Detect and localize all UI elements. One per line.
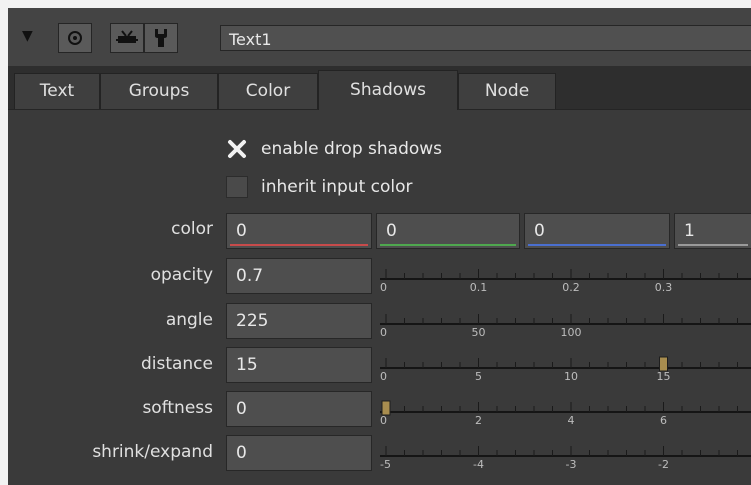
checkmark-x-icon <box>228 140 246 158</box>
slider-tick-label: 4 <box>568 414 575 427</box>
distance-slider[interactable]: 0510152 <box>376 347 751 383</box>
softness-label: softness <box>142 398 213 418</box>
slider-tick-label: 10 <box>564 370 578 383</box>
blue-channel-underline <box>528 244 666 246</box>
angle-slider[interactable]: 0 50 100 <box>376 303 751 339</box>
slider-tick-label: 100 <box>561 326 582 339</box>
slider-tick-label: 0 <box>380 414 387 427</box>
enable-drop-shadows-label: enable drop shadows <box>261 139 443 159</box>
angle-ruler: 0 50 100 <box>380 314 751 339</box>
node-properties-panel: ▼ Text1 Text Groups Color Shadows Node e… <box>8 8 751 485</box>
slider-tick-label: 0.1 <box>470 281 488 294</box>
tab-bar: Text Groups Color Shadows Node <box>8 66 751 110</box>
slider-tick-label: 5 <box>475 370 482 383</box>
slider-tick-label: 15 <box>657 370 671 383</box>
slider-tick-label: 0.2 <box>562 281 580 294</box>
tab-shadows[interactable]: Shadows <box>318 70 458 110</box>
shrink-expand-label: shrink/expand <box>92 442 213 462</box>
slider-handle <box>381 400 391 416</box>
slider-tick-label: 0.3 <box>655 281 673 294</box>
slider-handle <box>659 356 668 372</box>
color-alpha-value: 1 <box>684 221 695 241</box>
slider-tick-label: -3 <box>566 458 577 471</box>
node-name-field[interactable]: Text1 <box>220 25 751 51</box>
color-green-value: 0 <box>386 221 397 241</box>
softness-field[interactable]: 0 <box>226 391 372 427</box>
distance-ruler: 0510152 <box>380 356 751 383</box>
slider-tick-label: 0 <box>380 281 387 294</box>
color-blue-field[interactable]: 0 <box>524 213 670 249</box>
softness-ruler: 02468 <box>380 400 751 427</box>
slider-tick-label: -4 <box>473 458 484 471</box>
color-blue-value: 0 <box>534 221 545 241</box>
red-channel-underline <box>230 244 368 246</box>
angle-label: angle <box>165 310 213 330</box>
color-green-field[interactable]: 0 <box>376 213 520 249</box>
slider-tick-label: -5 <box>380 458 391 471</box>
wrench-icon[interactable] <box>144 23 178 53</box>
tab-text[interactable]: Text <box>14 73 100 109</box>
slider-tick-label: 0 <box>380 326 387 339</box>
tab-groups[interactable]: Groups <box>100 73 218 109</box>
tab-node[interactable]: Node <box>458 73 556 109</box>
color-alpha-field[interactable]: 1 <box>674 213 751 249</box>
slider-tick-label: 50 <box>472 326 486 339</box>
distance-field[interactable]: 15 <box>226 347 372 383</box>
inherit-input-color-checkbox[interactable] <box>226 176 248 198</box>
shadows-tab-content: enable drop shadows inherit input color … <box>8 109 751 485</box>
shrink-expand-field[interactable]: 0 <box>226 435 372 471</box>
color-label: color <box>171 219 213 239</box>
viewer-icon[interactable] <box>110 23 144 53</box>
opacity-slider[interactable]: 00.10.20.30 <box>376 258 751 294</box>
shrink-expand-ruler: -5-4-3-2- <box>380 446 751 471</box>
inherit-input-color-label: inherit input color <box>261 177 413 197</box>
alpha-channel-underline <box>678 244 748 246</box>
opacity-field[interactable]: 0.7 <box>226 258 372 294</box>
color-red-field[interactable]: 0 <box>226 213 372 249</box>
opacity-label: opacity <box>150 265 213 285</box>
tab-color[interactable]: Color <box>218 73 318 109</box>
distance-label: distance <box>140 354 213 374</box>
collapse-arrow-icon[interactable]: ▼ <box>22 28 33 44</box>
slider-tick-label: 6 <box>660 414 667 427</box>
green-channel-underline <box>380 244 516 246</box>
color-red-value: 0 <box>236 221 247 241</box>
opacity-ruler: 00.10.20.30 <box>380 269 751 294</box>
circle-dot-icon[interactable] <box>58 23 92 53</box>
angle-field[interactable]: 225 <box>226 303 372 339</box>
softness-slider[interactable]: 02468 <box>376 391 751 427</box>
slider-tick-label: 0 <box>380 370 387 383</box>
node-header-bar: ▼ Text1 <box>8 8 751 67</box>
enable-drop-shadows-checkbox[interactable] <box>226 138 248 160</box>
shrink-expand-slider[interactable]: -5-4-3-2- <box>376 435 751 471</box>
slider-tick-label: 2 <box>475 414 482 427</box>
slider-tick-label: -2 <box>658 458 669 471</box>
